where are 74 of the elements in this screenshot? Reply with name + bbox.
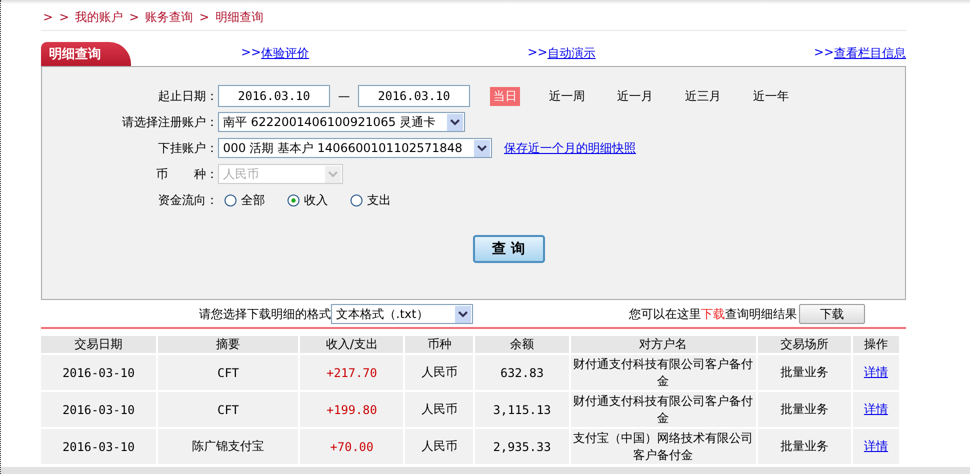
date-separator: — xyxy=(338,89,350,103)
column-header: 收入/支出 xyxy=(300,336,404,355)
sub-account-select[interactable]: 000 活期 基本户 1406600101102571848 xyxy=(218,138,492,158)
top-link[interactable]: >>自动演示 xyxy=(527,45,596,62)
period-option[interactable]: 近三月 xyxy=(682,86,724,106)
field-label: 起止日期： xyxy=(157,88,218,104)
breadcrumb-item[interactable]: > xyxy=(129,10,140,24)
table-cell: 人民币 xyxy=(405,429,474,466)
column-header: 余额 xyxy=(475,336,569,355)
breadcrumb-item[interactable]: > xyxy=(199,10,210,24)
period-option[interactable]: 近一月 xyxy=(614,86,656,106)
detail-link[interactable]: 详情 xyxy=(864,365,888,379)
table-cell: 财付通支付科技有限公司客户备付金 xyxy=(570,392,756,429)
table-cell: CFT xyxy=(158,392,298,429)
top-link[interactable]: >>查看栏目信息 xyxy=(814,45,906,62)
table-cell: 批量业务 xyxy=(758,392,851,429)
field-label: 种： xyxy=(194,166,218,182)
column-header: 交易日期 xyxy=(41,336,156,355)
column-header: 交易场所 xyxy=(758,336,851,355)
breadcrumb-item[interactable]: 账务查询 xyxy=(145,8,194,26)
breadcrumb-item[interactable]: 明细查询 xyxy=(215,8,264,26)
caret-icon xyxy=(474,140,490,156)
column-header: 币种 xyxy=(405,336,474,355)
format-label: 请您选择下载明细的格式 xyxy=(199,306,331,322)
radio-button[interactable] xyxy=(224,194,237,206)
breadcrumb-item[interactable]: > xyxy=(43,10,54,24)
field-label: 资金流向： xyxy=(157,192,218,208)
radio-button[interactable] xyxy=(287,194,300,206)
table-cell: 批量业务 xyxy=(758,355,851,392)
table-cell: 2,935.33 xyxy=(475,429,569,466)
column-header: 操作 xyxy=(852,336,899,355)
column-header: 对方户名 xyxy=(570,336,756,355)
radio-label: 收入 xyxy=(304,192,328,208)
detail-link[interactable]: 详情 xyxy=(864,402,888,416)
field-label: 请选择注册账户： xyxy=(121,114,218,130)
snapshot-link[interactable]: 保存近一个月的明细快照 xyxy=(504,140,636,156)
column-header: 摘要 xyxy=(158,336,298,355)
radio-button[interactable] xyxy=(350,194,363,206)
caret-icon xyxy=(325,166,341,182)
table-cell: 2016-03-10 xyxy=(41,355,156,392)
table-cell: +70.00 xyxy=(300,429,404,466)
period-option[interactable]: 近一周 xyxy=(546,86,588,106)
table-cell: 2016-03-10 xyxy=(41,392,156,429)
caret-icon xyxy=(447,114,463,130)
field-label: 币 xyxy=(156,166,168,182)
table-cell: +217.70 xyxy=(300,355,404,392)
table-cell: 632.83 xyxy=(475,355,569,392)
panel-tab[interactable]: 明细查询 xyxy=(41,42,131,66)
breadcrumb-item[interactable]: 我的账户 xyxy=(75,8,124,26)
radio-label: 支出 xyxy=(367,192,391,208)
field-label: 下挂账户： xyxy=(157,140,218,156)
table-cell: CFT xyxy=(158,355,298,392)
download-button[interactable]: 下载 xyxy=(799,304,865,324)
start-date-field[interactable]: 2016.03.10 xyxy=(218,85,330,107)
download-hint: 您可以在这里下载查询明细结果 xyxy=(629,306,797,322)
table-cell: 批量业务 xyxy=(758,429,851,466)
table-cell: 财付通支付科技有限公司客户备付金 xyxy=(570,355,756,392)
caret-icon xyxy=(455,306,471,322)
table-cell: 人民币 xyxy=(405,392,474,429)
table-cell: 陈广锦支付宝 xyxy=(158,429,298,466)
table-cell: 3,115.13 xyxy=(475,392,569,429)
breadcrumb-item[interactable]: > xyxy=(59,10,70,24)
table-cell: 支付宝（中国）网络技术有限公司客户备付金 xyxy=(570,429,756,466)
radio-label: 全部 xyxy=(241,192,265,208)
detail-link[interactable]: 详情 xyxy=(864,439,888,453)
account-select[interactable]: 南平 6222001406100921065 灵通卡 xyxy=(218,112,465,132)
table-cell: +199.80 xyxy=(300,392,404,429)
top-link[interactable]: >>体验评价 xyxy=(241,45,310,62)
format-select[interactable]: 文本格式（.txt） xyxy=(331,304,473,324)
period-option[interactable]: 近一年 xyxy=(750,86,792,106)
table-cell: 人民币 xyxy=(405,355,474,392)
query-button[interactable]: 查 询 xyxy=(472,235,544,263)
end-date-field[interactable]: 2016.03.10 xyxy=(358,85,470,107)
table-cell: 2016-03-10 xyxy=(41,429,156,466)
